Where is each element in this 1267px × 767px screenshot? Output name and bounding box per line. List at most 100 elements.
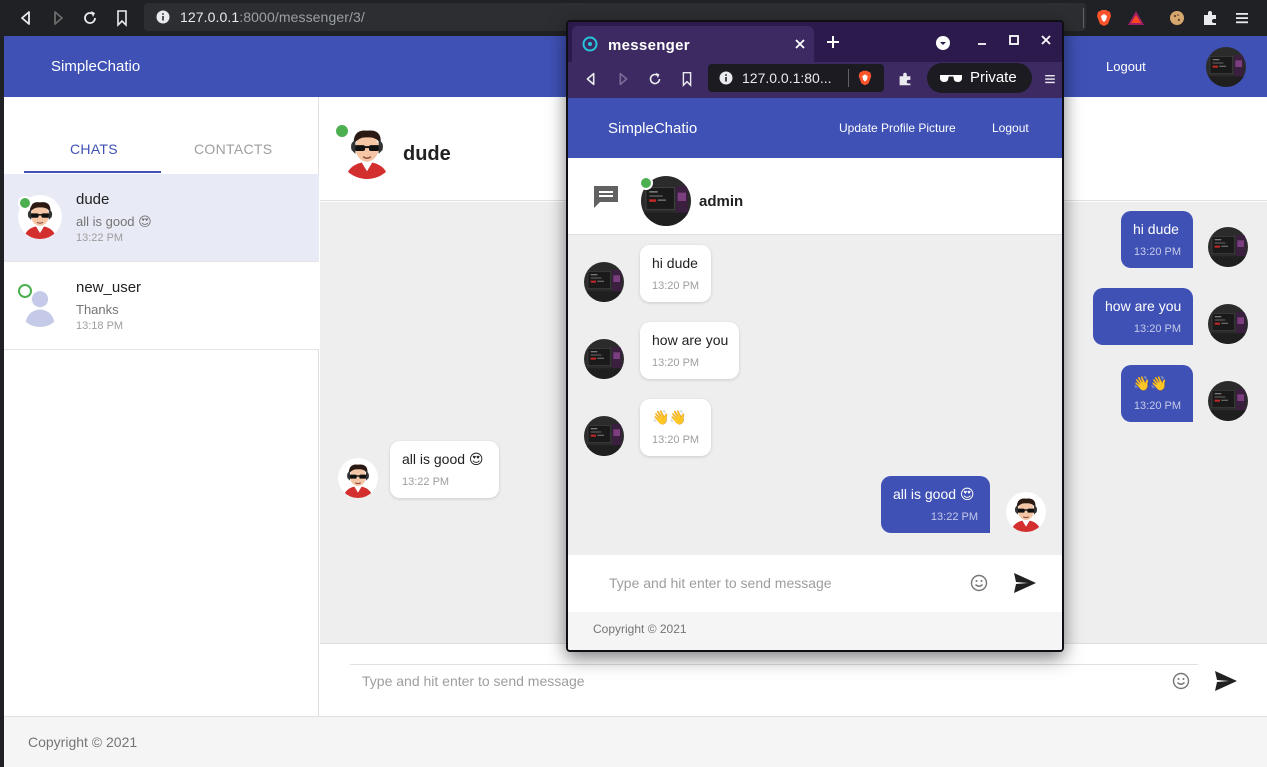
copyright-text: Copyright © 2021 (593, 622, 687, 636)
close-window-icon[interactable] (1040, 34, 1052, 46)
message-bubble-out: hi dude 13:20 PM (1121, 211, 1193, 268)
reload-icon[interactable] (80, 8, 100, 28)
tab-chats[interactable]: CHATS (70, 141, 118, 157)
avatar (338, 458, 378, 498)
active-tab-indicator (24, 171, 161, 173)
message-text: how are you (1105, 298, 1182, 314)
send-icon[interactable] (1013, 572, 1037, 594)
brave-rewards-icon[interactable] (1126, 8, 1146, 28)
back-icon[interactable] (16, 8, 36, 28)
forward-icon[interactable] (614, 70, 632, 88)
message-bubble-out: 👋👋 13:20 PM (1121, 365, 1193, 422)
chat-header: admin (568, 158, 1062, 235)
reload-icon[interactable] (646, 70, 664, 88)
message-bubble-in: hi dude 13:20 PM (640, 245, 711, 302)
tab-contacts[interactable]: CONTACTS (194, 141, 272, 157)
navbar: SimpleChatio Update Profile Picture Logo… (568, 98, 1062, 158)
avatar (1208, 227, 1248, 267)
avatar (1208, 304, 1248, 344)
message-time: 13:20 PM (652, 434, 700, 446)
brand-link[interactable]: SimpleChatio (608, 120, 697, 137)
address-bar[interactable]: 127.0.0.1:80... (708, 64, 884, 92)
brave-shield-icon[interactable] (1094, 8, 1114, 28)
browser-tab[interactable]: messenger (572, 26, 814, 62)
message-text: all is good 😍 (893, 486, 975, 502)
chat-name: dude (76, 191, 110, 208)
tab-search-icon[interactable] (935, 35, 951, 51)
chat-partner-name: admin (699, 193, 744, 210)
message-bubble-in: 👋👋 13:20 PM (640, 399, 711, 456)
chat-last-message: all is good 😍 (76, 214, 152, 229)
online-indicator (18, 284, 32, 298)
chat-time: 13:22 PM (76, 232, 124, 244)
url-text: 127.0.0.1:80... (742, 70, 832, 86)
private-label: Private (970, 69, 1017, 86)
sidebar: CHATS CONTACTS dude all is good 😍 13:22 … (4, 97, 319, 716)
message-input[interactable] (598, 567, 970, 599)
info-icon[interactable] (156, 10, 170, 24)
minimize-icon[interactable] (976, 36, 988, 48)
message-time: 13:20 PM (1133, 323, 1181, 335)
message-input[interactable] (350, 664, 1198, 696)
avatar (1006, 492, 1046, 532)
back-icon[interactable] (582, 70, 600, 88)
message-time: 13:20 PM (1133, 400, 1181, 412)
footer: Copyright © 2021 (568, 612, 1062, 650)
chat-name: new_user (76, 279, 142, 296)
message-bubble-out: how are you 13:20 PM (1093, 288, 1193, 345)
menu-icon[interactable] (1232, 8, 1252, 28)
chat-partner-name: dude (403, 143, 451, 165)
message-list: hi dude 13:20 PM how are you 13:20 PM 👋👋… (568, 235, 1062, 555)
avatar (1208, 381, 1248, 421)
brand-link[interactable]: SimpleChatio (51, 58, 140, 75)
bookmark-icon[interactable] (678, 70, 696, 88)
maximize-icon[interactable] (1008, 34, 1020, 46)
online-indicator (334, 123, 350, 139)
bookmark-icon[interactable] (112, 8, 132, 28)
tab-favicon-icon (582, 36, 598, 52)
message-bubble-in: all is good 😍 13:22 PM (390, 441, 499, 498)
menu-icon[interactable] (1042, 71, 1058, 87)
avatar (584, 262, 624, 302)
chat-list-item-new-user[interactable]: new_user Thanks 13:18 PM (4, 262, 319, 350)
close-tab-icon[interactable] (794, 38, 806, 50)
private-glasses-icon (939, 73, 963, 83)
chat-list-toggle-icon[interactable] (592, 184, 620, 210)
new-tab-icon[interactable] (826, 35, 840, 49)
url-host: 127.0.0.1 (180, 9, 240, 25)
message-bubble-in: how are you 13:20 PM (640, 322, 739, 379)
browser-toolbar: 127.0.0.1:80... Private (568, 62, 1062, 98)
emoji-icon[interactable] (970, 574, 988, 592)
chat-list-item-dude[interactable]: dude all is good 😍 13:22 PM (4, 174, 319, 262)
forward-icon[interactable] (48, 8, 68, 28)
window-titlebar: messenger (568, 22, 1062, 62)
footer: Copyright © 2021 (4, 716, 1267, 767)
extensions-icon[interactable] (896, 70, 914, 88)
logout-link[interactable]: Logout (992, 121, 1029, 135)
tab-title: messenger (608, 37, 690, 54)
message-time: 13:22 PM (930, 511, 978, 523)
online-indicator (18, 196, 32, 210)
message-time: 13:20 PM (652, 357, 700, 369)
chat-time: 13:18 PM (76, 320, 124, 332)
online-indicator (639, 176, 653, 190)
divider (1083, 8, 1084, 28)
private-badge[interactable]: Private (927, 63, 1032, 93)
message-text: 👋👋 (652, 409, 687, 425)
message-time: 13:20 PM (652, 280, 700, 292)
popup-page: SimpleChatio Update Profile Picture Logo… (568, 98, 1062, 650)
update-profile-picture-link[interactable]: Update Profile Picture (839, 121, 956, 135)
avatar (584, 416, 624, 456)
brave-shield-icon[interactable] (856, 68, 874, 88)
cookie-icon[interactable] (1167, 8, 1187, 28)
message-composer (320, 643, 1267, 716)
message-text: 👋👋 (1133, 375, 1168, 391)
copyright-text: Copyright © 2021 (28, 734, 138, 750)
logout-link[interactable]: Logout (1106, 59, 1146, 74)
info-icon[interactable] (719, 71, 733, 85)
url-path: :8000/messenger/3/ (239, 9, 365, 25)
extensions-icon[interactable] (1200, 8, 1220, 28)
emoji-icon[interactable] (1172, 672, 1190, 690)
profile-avatar[interactable] (1206, 47, 1246, 87)
send-icon[interactable] (1214, 670, 1238, 692)
